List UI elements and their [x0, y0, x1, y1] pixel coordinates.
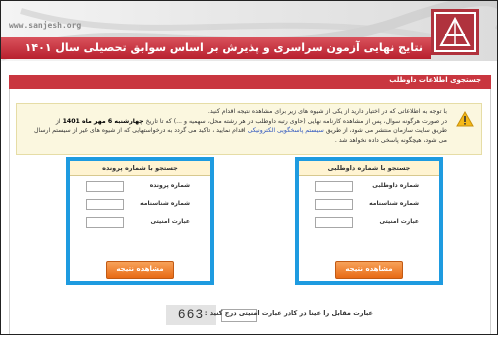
notice-line-2-start: در صورت هرگونه سوال، پس از مشاهده کارنام… [145, 117, 447, 125]
panel-title: جستجوی اطلاعات داوطلب [389, 76, 481, 84]
page-frame: www.sanjesh.org نتایج نهایی آزمون سراسری… [0, 0, 498, 335]
id-number-input[interactable] [86, 199, 124, 210]
applicant-number-input[interactable] [315, 181, 353, 192]
notice-line-2: در صورت هرگونه سوال، پس از مشاهده کارنام… [21, 117, 447, 127]
id-number-label: شماره شناسنامه [140, 200, 190, 207]
security-code-label: عبارت امنیتی [379, 218, 419, 225]
search-by-file-title: جستجو با شماره پرونده [70, 161, 210, 176]
security-code-input[interactable] [315, 217, 353, 228]
field-row: شماره پرونده [70, 181, 210, 193]
notice-line-3: طریق سایت سازمان منتشر می شود، از طریق س… [21, 126, 447, 136]
applicant-number-label: شماره داوطلبی [372, 182, 419, 189]
security-code-label: عبارت امنیتی [150, 218, 190, 225]
view-result-button[interactable]: مشاهده نتیجه [106, 261, 174, 279]
file-number-input[interactable] [86, 181, 124, 192]
field-row: عبارت امنیتی [70, 217, 210, 229]
field-row: عبارت امنیتی [299, 217, 439, 229]
view-result-button[interactable]: مشاهده نتیجه [335, 261, 403, 279]
id-number-input[interactable] [315, 199, 353, 210]
warning-icon [456, 111, 474, 127]
page-title: نتایج نهایی آزمون سراسری و پذیرش بر اساس… [24, 41, 423, 54]
field-row: شماره داوطلبی [299, 181, 439, 193]
site-banner: www.sanjesh.org نتایج نهایی آزمون سراسری… [1, 1, 497, 61]
support-system-link[interactable]: سیستم پاسخگویی الکترونیکی [248, 127, 324, 134]
search-by-number-box: جستجو با شماره داوطلبی شماره داوطلبی شما… [295, 157, 443, 285]
notice-line-2-end: از [55, 117, 61, 125]
file-number-label: شماره پرونده [149, 182, 190, 189]
field-row: شماره شناسنامه [70, 199, 210, 211]
search-by-number-title: جستجو با شماره داوطلبی [299, 161, 439, 176]
notice-line-4: می شود، هیچگونه پاسخی داده نخواهد شد . [334, 136, 447, 144]
site-watermark: www.sanjesh.org [9, 21, 82, 30]
field-row: شماره شناسنامه [299, 199, 439, 211]
id-number-label: شماره شناسنامه [369, 200, 419, 207]
notice-text: با توجه به اطلاعاتی که در اختیار دارید ا… [21, 107, 447, 145]
notice-line-1: با توجه به اطلاعاتی که در اختیار دارید ا… [207, 108, 447, 115]
security-code-input[interactable] [86, 217, 124, 228]
captcha-instruction: عبارت مقابل را عینا در کادر عبارت امنیتی… [204, 309, 373, 317]
sanjesh-logo[interactable] [431, 9, 479, 55]
logo-icon [434, 12, 476, 52]
notice-deadline: چهارشنبه 6 مهر ماه 1401 [62, 117, 144, 125]
search-by-file-box: جستجو با شماره پرونده شماره پرونده شماره… [66, 157, 214, 285]
notice-line-3-start: طریق سایت سازمان منتشر می شود، از طریق [325, 127, 447, 134]
notice-line-3-end: اقدام نمایید ، تاکید می گردد به درخواسته… [33, 127, 246, 134]
